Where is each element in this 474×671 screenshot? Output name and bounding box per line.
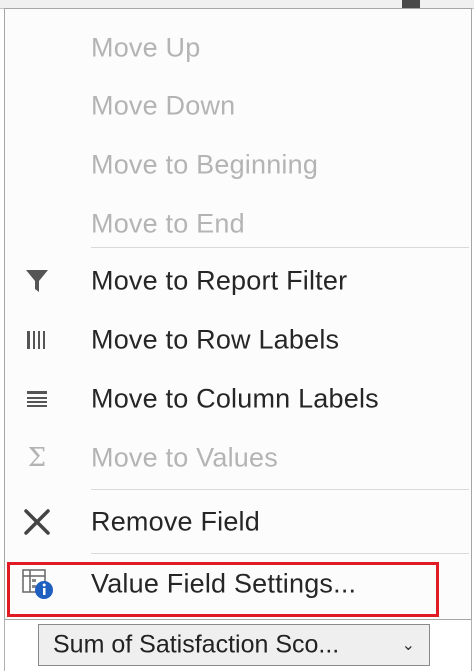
- menu-item-move-to-values: Σ Move to Values: [5, 429, 471, 487]
- selection-highlight-box: [7, 562, 439, 617]
- field-context-menu: Move Up Move Down Move to Beginning Move…: [4, 8, 472, 620]
- menu-item-move-to-row-labels[interactable]: Move to Row Labels: [5, 311, 471, 369]
- menu-item-label: Move to Row Labels: [91, 324, 340, 355]
- filter-icon: [19, 263, 55, 299]
- menu-item-label: Move to End: [91, 208, 245, 239]
- menu-separator: [91, 489, 469, 490]
- menu-item-label: Move to Column Labels: [91, 383, 379, 414]
- chevron-down-icon[interactable]: ⌄: [402, 635, 415, 655]
- row-labels-icon: [19, 322, 55, 358]
- field-button-label: Sum of Satisfaction Sco...: [53, 630, 340, 659]
- scrollbar-thumb[interactable]: [402, 0, 420, 8]
- area-left-border: [4, 620, 5, 671]
- remove-x-icon: [19, 504, 55, 540]
- column-labels-icon: [19, 381, 55, 417]
- menu-item-move-to-end: Move to End: [5, 195, 471, 253]
- sigma-glyph: Σ: [27, 443, 47, 473]
- menu-item-label: Remove Field: [91, 506, 260, 537]
- menu-item-move-up: Move Up: [5, 19, 471, 77]
- menu-item-label: Move Down: [91, 90, 236, 121]
- menu-item-label: Move Up: [91, 32, 201, 63]
- menu-separator: [91, 553, 469, 554]
- sigma-icon: Σ: [19, 440, 55, 476]
- menu-item-label: Move to Values: [91, 442, 278, 473]
- menu-item-move-to-column-labels[interactable]: Move to Column Labels: [5, 370, 471, 428]
- menu-item-label: Move to Beginning: [91, 149, 319, 180]
- menu-item-move-to-beginning: Move to Beginning: [5, 136, 471, 194]
- sum-of-satisfaction-field-button[interactable]: Sum of Satisfaction Sco... ⌄: [38, 624, 430, 666]
- menu-separator: [91, 247, 469, 248]
- area-right-border: [471, 620, 472, 671]
- menu-item-label: Move to Report Filter: [91, 265, 348, 296]
- menu-item-move-to-report-filter[interactable]: Move to Report Filter: [5, 252, 471, 310]
- menu-item-remove-field[interactable]: Remove Field: [5, 493, 471, 551]
- menu-item-move-down: Move Down: [5, 77, 471, 135]
